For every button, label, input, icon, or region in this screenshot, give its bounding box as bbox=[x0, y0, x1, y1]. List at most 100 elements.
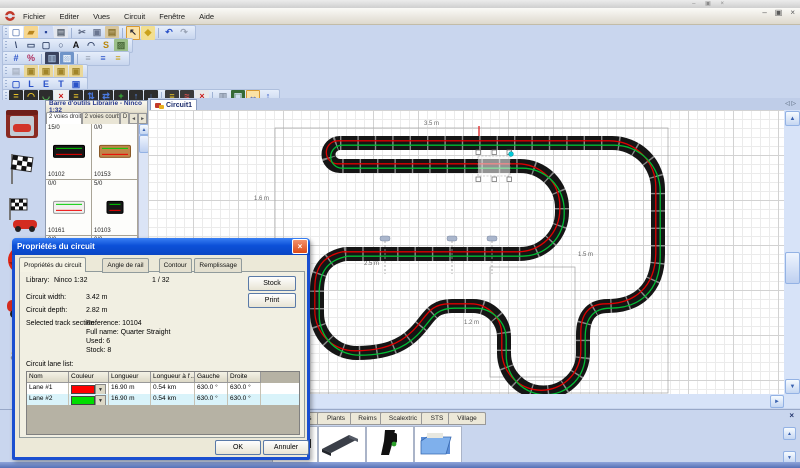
piece-id: 10161 bbox=[48, 228, 65, 234]
dialog-titlebar[interactable]: Propriétés du circuit × bbox=[12, 238, 310, 255]
race-flag-icon[interactable] bbox=[3, 150, 41, 188]
accessory-ramp[interactable] bbox=[318, 426, 366, 464]
piece-count: 5/0 bbox=[94, 181, 102, 187]
restore-icon[interactable]: ▣ bbox=[775, 8, 783, 17]
lane-color-swatch bbox=[71, 396, 95, 405]
selected-fullname: Full name: Quarter Straight bbox=[86, 329, 170, 336]
dialog-tab-2[interactable]: Angle de rail bbox=[102, 258, 148, 273]
accessory-folder[interactable] bbox=[414, 426, 462, 464]
garage-mode-icon[interactable] bbox=[3, 104, 41, 142]
lane-cell-color: ▼ bbox=[69, 394, 109, 405]
library-label: Library: bbox=[26, 277, 49, 284]
accessory-scroll-up-icon[interactable]: ▲ bbox=[783, 427, 796, 440]
tab-scroll-arrows[interactable]: ◁ ▷ bbox=[785, 100, 796, 107]
accessory-panel-close-icon[interactable]: × bbox=[789, 411, 794, 420]
toolbar-separator bbox=[122, 28, 123, 38]
window-bottom-edge bbox=[0, 462, 800, 468]
library-value: Ninco 1:32 bbox=[54, 277, 87, 284]
piece-count: 15/0 bbox=[48, 125, 60, 131]
piece-count: 0/0 bbox=[94, 125, 102, 131]
lane-color-dropdown-icon[interactable]: ▼ bbox=[95, 395, 106, 405]
rotation-handle[interactable] bbox=[509, 152, 514, 157]
dialog-tab-3[interactable]: Contour bbox=[159, 258, 192, 273]
folder-icon bbox=[415, 446, 457, 463]
cancel-button[interactable]: Annuler bbox=[263, 440, 309, 455]
lane-list-label: Circuit lane list: bbox=[26, 361, 73, 368]
circuit-width-value: 3.42 m bbox=[86, 294, 107, 301]
selected-used: Used: 6 bbox=[86, 338, 110, 345]
close-icon[interactable]: × bbox=[790, 8, 795, 17]
canvas-scroll-up-icon[interactable]: ▲ bbox=[785, 111, 800, 126]
dialog-tab-page: Library: Ninco 1:32 1 / 32 Stock Print C… bbox=[19, 271, 305, 438]
library-tabs-prev-icon[interactable]: ◄ bbox=[129, 113, 138, 124]
ok-button[interactable]: OK bbox=[215, 440, 261, 455]
dialog-close-icon[interactable]: × bbox=[292, 239, 308, 254]
minimize-icon[interactable]: – bbox=[762, 8, 766, 17]
print-button[interactable]: Print bbox=[248, 293, 296, 308]
lane-table: NomCouleurLongueurLongueur à l'...Gauche… bbox=[26, 371, 300, 435]
menu-circuit[interactable]: Circuit bbox=[117, 8, 152, 24]
mdi-window-controls[interactable]: – ▣ × bbox=[762, 8, 795, 17]
dialog-title: Propriétés du circuit bbox=[17, 242, 95, 251]
fill-bucket-icon[interactable]: ◆ bbox=[141, 26, 155, 40]
library-piece-10153[interactable]: 0/0 10153 bbox=[92, 124, 138, 180]
accessory-tab-village[interactable]: Village bbox=[448, 412, 486, 425]
accessory-tab-scalextric[interactable]: Scalextric bbox=[380, 412, 426, 425]
lane-row-1[interactable]: Lane #1▼16.90 m0.54 km630.0 °630.0 ° bbox=[27, 383, 299, 394]
lane-cell-longueur_echelle: 0.54 km bbox=[151, 394, 195, 405]
lane-cell-droite: 630.0 ° bbox=[228, 394, 261, 405]
lane-color-dropdown-icon[interactable]: ▼ bbox=[95, 384, 106, 394]
selected-stock: Stock: 8 bbox=[86, 347, 111, 354]
library-tab-1[interactable]: 2 voies droites bbox=[46, 112, 82, 124]
circuit-depth-label: Circuit depth: bbox=[26, 307, 67, 314]
race-start-icon[interactable] bbox=[3, 196, 41, 234]
library-panel-title[interactable]: Barre d'outils Librairie - Ninco 1:32 bbox=[46, 101, 147, 112]
canvas-scroll-right-icon[interactable]: ► bbox=[770, 395, 784, 408]
dim-width-top: 3.5 m bbox=[424, 121, 439, 127]
lane-cell-droite: 630.0 ° bbox=[228, 383, 261, 394]
align-colors-icon[interactable]: ≡ bbox=[111, 52, 125, 66]
menu-editer[interactable]: Editer bbox=[53, 8, 87, 24]
menu-aide[interactable]: Aide bbox=[192, 8, 221, 24]
canvas-scroll-down-icon[interactable]: ▼ bbox=[785, 379, 800, 394]
accessory-controller[interactable] bbox=[366, 426, 414, 464]
column-header[interactable]: Droite bbox=[228, 372, 261, 383]
piece-id: 10153 bbox=[94, 172, 111, 178]
menu-vues[interactable]: Vues bbox=[86, 8, 117, 24]
column-header[interactable]: Longueur à l'... bbox=[151, 372, 195, 383]
toolbar-separator bbox=[158, 28, 159, 38]
menu-bar: FichierEditerVuesCircuitFenêtreAide bbox=[0, 8, 800, 25]
canvas-vscrollbar[interactable]: ▲ ▼ bbox=[784, 110, 800, 394]
library-tab-2[interactable]: 2 voies courbes bbox=[82, 112, 120, 124]
column-header[interactable]: Couleur bbox=[69, 372, 109, 383]
library-piece-10102[interactable]: 15/010102 bbox=[46, 124, 92, 180]
library-piece-10161[interactable]: 0/0 10161 bbox=[46, 180, 92, 236]
dim-height-left: 1.6 m bbox=[254, 196, 269, 202]
menu-fichier[interactable]: Fichier bbox=[16, 8, 53, 24]
stock-button[interactable]: Stock bbox=[248, 276, 296, 291]
selected-track-piece[interactable] bbox=[476, 126, 513, 182]
align-center-icon[interactable]: ≡ bbox=[96, 52, 110, 66]
scrollbar-corner bbox=[784, 394, 800, 408]
library-piece-10103[interactable]: 5/010103 bbox=[92, 180, 138, 236]
library-tabs-next-icon[interactable]: ► bbox=[138, 113, 147, 124]
ramp-icon bbox=[319, 446, 361, 463]
lane-cell-gauche: 630.0 ° bbox=[195, 394, 228, 405]
menu-fenêtre[interactable]: Fenêtre bbox=[152, 8, 192, 24]
undo-icon[interactable]: ↶ bbox=[162, 26, 176, 40]
piece-count: 0/0 bbox=[48, 181, 56, 187]
parent-window-controls[interactable]: – ▣ × bbox=[692, 0, 728, 7]
column-header[interactable]: Longueur bbox=[109, 372, 151, 383]
column-header[interactable]: Nom bbox=[27, 372, 69, 383]
canvas-vscroll-thumb[interactable] bbox=[785, 252, 800, 284]
library-tab-3[interactable]: D bbox=[120, 112, 129, 124]
dim-u-left: 1.2 m bbox=[464, 320, 479, 326]
circuit-depth-value: 2.82 m bbox=[86, 307, 107, 314]
column-header[interactable]: Gauche bbox=[195, 372, 228, 383]
lane-row-2[interactable]: Lane #2▼16.90 m0.54 km630.0 °630.0 ° bbox=[27, 394, 299, 405]
dim-u-height: 1.5 m bbox=[578, 252, 593, 258]
lane-cell-longueur_echelle: 0.54 km bbox=[151, 383, 195, 394]
redo-icon[interactable]: ↷ bbox=[177, 26, 191, 40]
dialog-tab-4[interactable]: Remplissage bbox=[194, 258, 242, 273]
dialog-tab-1[interactable]: Propriétés du circuit bbox=[19, 257, 86, 272]
